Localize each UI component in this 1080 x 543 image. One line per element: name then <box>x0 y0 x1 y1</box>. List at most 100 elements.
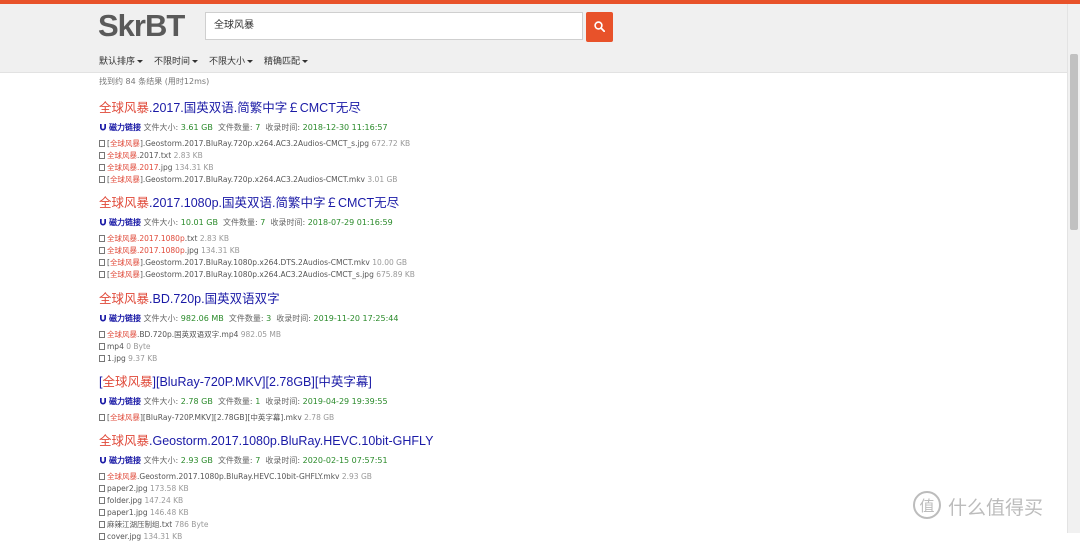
result-time: 2020-02-15 07:57:51 <box>302 456 388 465</box>
file-name: .Geostorm.2017.1080p.BluRay.HEVC.10bit-G… <box>137 472 340 481</box>
result-title-highlight: 全球风暴 <box>99 101 150 115</box>
file-icon <box>99 521 105 528</box>
time-label: 收录时间: <box>270 218 308 227</box>
file-name: paper1.jpg <box>107 508 148 517</box>
file-name: .txt <box>184 234 198 243</box>
search-input[interactable]: 全球风暴 <box>205 12 583 40</box>
result-title-text: .BD.720p.国英双语双字 <box>149 292 280 306</box>
file-list: 全球风暴.BD.720p.国英双语双字.mp4 982.05 MB mp4 0 B… <box>99 329 398 365</box>
result-title-link[interactable]: 全球风暴.BD.720p.国英双语双字 <box>99 288 398 307</box>
file-size: 9.37 KB <box>128 354 158 363</box>
count-label: 文件数量: <box>223 218 261 227</box>
site-logo[interactable]: SkrBT <box>98 8 185 44</box>
file-list-item: [全球风暴].Geostorm.2017.BluRay.720p.x264.AC… <box>99 138 410 150</box>
file-name-highlight: 全球风暴 <box>107 330 137 339</box>
result-meta: 磁力链接 文件大小: 10.01 GB 文件数量: 7 收录时间: 2018-0… <box>99 217 415 228</box>
file-icon <box>99 485 105 492</box>
result-file-count: 1 <box>255 397 261 406</box>
result-file-count: 3 <box>266 314 272 323</box>
file-size: 3.01 GB <box>367 175 398 184</box>
file-size: 134.31 KB <box>143 532 183 541</box>
file-size: 134.31 KB <box>201 246 240 255</box>
file-name: ].Geostorm.2017.BluRay.1080p.x264.AC3.2A… <box>139 270 374 279</box>
scrollbar-thumb[interactable] <box>1070 54 1078 230</box>
result-item: 全球风暴.2017.1080p.国英双语.简繁中字￡CMCT无尽 磁力链接 文件大… <box>99 192 415 281</box>
search-button[interactable] <box>586 12 613 42</box>
size-label: 文件大小: <box>143 397 181 406</box>
magnet-link-label: 磁力链接 <box>109 218 141 227</box>
file-icon <box>99 414 105 421</box>
result-time: 2018-07-29 01:16:59 <box>307 218 393 227</box>
magnet-link-label: 磁力链接 <box>109 456 141 465</box>
file-name-highlight: 全球风暴.2017 <box>107 163 159 172</box>
size-label: 文件大小: <box>143 456 181 465</box>
file-size: 982.05 MB <box>240 330 282 339</box>
result-meta: 磁力链接 文件大小: 2.93 GB 文件数量: 7 收录时间: 2020-02… <box>99 455 433 466</box>
result-title-link[interactable]: [全球风暴][BluRay-720P.MKV][2.78GB][中英字幕] <box>99 371 388 390</box>
file-icon <box>99 164 105 171</box>
size-label: 文件大小: <box>143 314 181 323</box>
magnet-link[interactable]: 磁力链接 <box>99 456 141 465</box>
file-icon <box>99 140 105 147</box>
magnet-link[interactable]: 磁力链接 <box>99 397 141 406</box>
result-time: 2019-04-29 19:39:55 <box>302 397 388 406</box>
file-size: 2.93 GB <box>341 472 372 481</box>
filter-size-label: 不限大小 <box>209 57 246 67</box>
file-list-item: [全球风暴].Geostorm.2017.BluRay.720p.x264.AC… <box>99 174 410 186</box>
file-name-highlight: 全球风暴 <box>109 175 140 184</box>
header: SkrBT 全球风暴 <box>0 4 1068 48</box>
file-list: 全球风暴.Geostorm.2017.1080p.BluRay.HEVC.10b… <box>99 471 433 543</box>
result-title-text: .2017.1080p.国英双语.简繁中字￡CMCT无尽 <box>149 196 400 210</box>
file-list-item: folder.jpg 147.24 KB <box>99 495 433 507</box>
result-title-link[interactable]: 全球风暴.2017.1080p.国英双语.简繁中字￡CMCT无尽 <box>99 192 415 211</box>
result-title-link[interactable]: 全球风暴.2017.国英双语.简繁中字￡CMCT无尽 <box>99 97 410 116</box>
filter-size[interactable]: 不限大小 <box>209 54 254 67</box>
result-title-text: .2017.国英双语.简繁中字￡CMCT无尽 <box>149 101 361 115</box>
time-label: 收录时间: <box>265 397 303 406</box>
file-icon <box>99 331 105 338</box>
file-name-highlight: 全球风暴 <box>109 413 140 422</box>
watermark-logo-icon: 值 <box>913 491 941 519</box>
file-size: 2.83 KB <box>199 234 229 243</box>
filter-sort-label: 默认排序 <box>99 57 136 67</box>
size-label: 文件大小: <box>143 123 181 132</box>
result-meta: 磁力链接 文件大小: 2.78 GB 文件数量: 1 收录时间: 2019-04… <box>99 396 388 407</box>
filter-sort[interactable]: 默认排序 <box>99 54 144 67</box>
magnet-icon <box>100 457 106 464</box>
result-title-text: .Geostorm.2017.1080p.BluRay.HEVC.10bit-G… <box>149 434 434 448</box>
result-item: [全球风暴][BluRay-720P.MKV][2.78GB][中英字幕] 磁力链… <box>99 371 388 424</box>
magnet-link[interactable]: 磁力链接 <box>99 314 141 323</box>
file-size: 2.78 GB <box>304 413 335 422</box>
file-size: 786 Byte <box>174 520 209 529</box>
result-title-link[interactable]: 全球风暴.Geostorm.2017.1080p.BluRay.HEVC.10b… <box>99 430 433 449</box>
result-item: 全球风暴.Geostorm.2017.1080p.BluRay.HEVC.10b… <box>99 430 433 543</box>
result-size: 982.06 MB <box>180 314 224 323</box>
file-icon <box>99 235 105 242</box>
result-size: 2.93 GB <box>180 456 213 465</box>
count-label: 文件数量: <box>217 397 256 406</box>
search-icon <box>594 21 605 32</box>
filter-time[interactable]: 不限时间 <box>154 54 199 67</box>
result-time: 2018-12-30 11:16:57 <box>302 123 388 132</box>
file-name: mp4 <box>107 342 124 351</box>
scrollbar[interactable] <box>1067 4 1080 533</box>
magnet-link[interactable]: 磁力链接 <box>99 123 141 132</box>
magnet-link[interactable]: 磁力链接 <box>99 218 141 227</box>
filter-match[interactable]: 精确匹配 <box>264 54 309 67</box>
result-time: 2019-11-20 17:25:44 <box>313 314 399 323</box>
file-name-highlight: 全球风暴 <box>107 472 137 481</box>
caret-down-icon <box>302 60 309 63</box>
file-list-item: paper2.jpg 173.58 KB <box>99 483 433 495</box>
file-name: .BD.720p.国英双语双字.mp4 <box>137 330 239 339</box>
file-list-item: 1.jpg 9.37 KB <box>99 353 398 365</box>
result-file-count: 7 <box>255 123 261 132</box>
magnet-icon <box>100 219 106 226</box>
file-name-highlight: 全球风暴 <box>109 258 140 267</box>
result-size: 2.78 GB <box>180 397 213 406</box>
file-list-item: 麻辣江湖压制组.txt 786 Byte <box>99 519 433 531</box>
file-list: [全球风暴].Geostorm.2017.BluRay.720p.x264.AC… <box>99 138 410 186</box>
result-item: 全球风暴.2017.国英双语.简繁中字￡CMCT无尽 磁力链接 文件大小: 3.6… <box>99 97 410 186</box>
file-name: ].Geostorm.2017.BluRay.720p.x264.AC3.2Au… <box>139 175 365 184</box>
file-size: 672.72 KB <box>371 139 411 148</box>
file-icon <box>99 259 105 266</box>
